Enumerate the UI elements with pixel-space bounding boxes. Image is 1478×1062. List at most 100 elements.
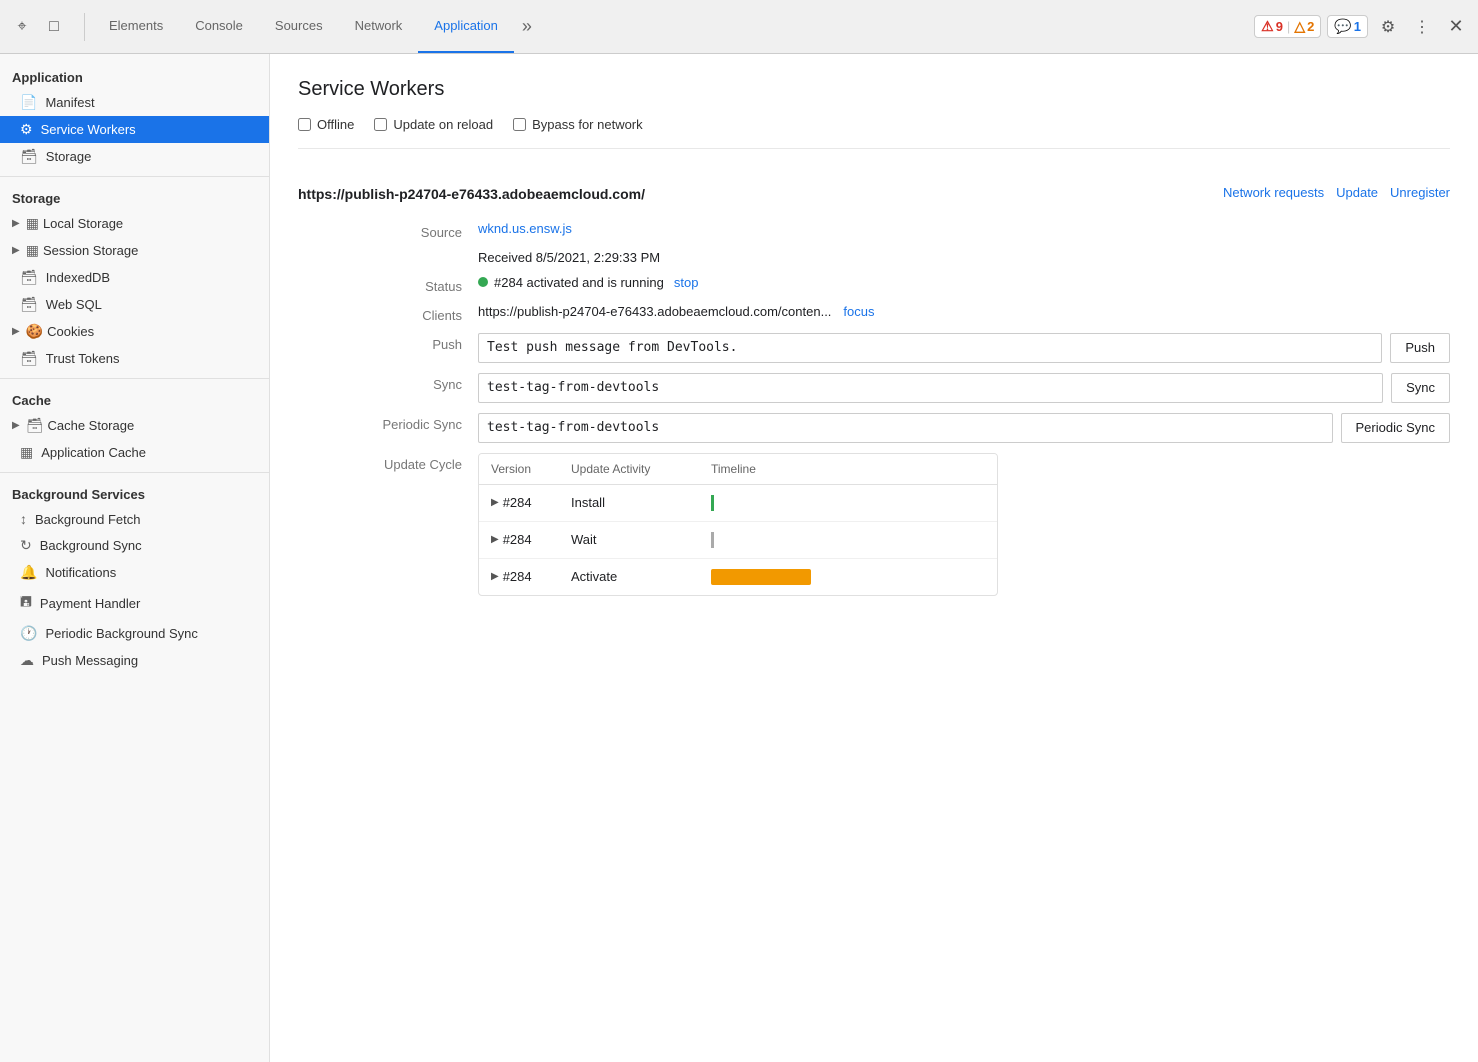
offline-label: Offline (317, 117, 354, 132)
sidebar-item-bg-sync[interactable]: ↻ Background Sync (0, 532, 269, 559)
sidebar-item-indexeddb-label: IndexedDB (46, 270, 110, 285)
sw-url: https://publish-p24704-e76433.adobeaemcl… (298, 185, 645, 205)
bg-sync-icon: ↻ (20, 537, 32, 554)
manifest-icon: 📄 (20, 94, 37, 111)
message-icon: 💬 (1334, 18, 1351, 35)
timeline-bar-orange-2 (711, 569, 811, 585)
sidebar: Application 📄 Manifest ⚙ Service Workers… (0, 54, 270, 1062)
col-version: Version (491, 462, 571, 476)
main-layout: Application 📄 Manifest ⚙ Service Workers… (0, 54, 1478, 1062)
tab-network[interactable]: Network (339, 0, 419, 53)
expand-arrow-1: ▶ (491, 534, 499, 545)
divider (84, 13, 85, 41)
sidebar-item-session-storage[interactable]: ▶ ▦ Session Storage (0, 237, 269, 264)
sidebar-item-cache-storage[interactable]: ▶ 🗃 Cache Storage (0, 412, 269, 439)
cursor-icon[interactable]: ⌖ (8, 13, 36, 41)
settings-button[interactable]: ⚙ (1374, 13, 1402, 41)
sync-input[interactable] (478, 373, 1383, 403)
responsive-icon[interactable]: □ (40, 13, 68, 41)
sidebar-item-push-messaging[interactable]: ☁ Push Messaging (0, 647, 269, 674)
sidebar-item-bg-fetch-label: Background Fetch (35, 512, 141, 527)
message-badge-group[interactable]: 💬 1 (1327, 15, 1368, 38)
sidebar-item-cookies[interactable]: ▶ 🍪 Cookies (0, 318, 269, 345)
version-0: #284 (503, 495, 532, 510)
sidebar-item-bg-fetch[interactable]: ↕ Background Fetch (0, 506, 269, 532)
timeline-bar-gray-1 (711, 532, 714, 548)
sidebar-item-service-workers-label: Service Workers (41, 122, 136, 137)
sidebar-item-application-cache-label: Application Cache (41, 445, 146, 460)
update-on-reload-checkbox[interactable] (374, 118, 387, 131)
periodic-sync-input[interactable] (478, 413, 1333, 443)
clients-label: Clients (378, 304, 478, 323)
update-on-reload-checkbox-label[interactable]: Update on reload (374, 117, 493, 132)
bypass-for-network-checkbox[interactable] (513, 118, 526, 131)
unregister-link[interactable]: Unregister (1390, 185, 1450, 200)
sidebar-item-indexeddb[interactable]: 🗃 IndexedDB (0, 264, 269, 291)
periodic-sync-button[interactable]: Periodic Sync (1341, 413, 1450, 443)
more-button[interactable]: ⋮ (1408, 13, 1436, 41)
tab-elements[interactable]: Elements (93, 0, 179, 53)
version-cell-0[interactable]: ▶ #284 (491, 495, 571, 510)
sidebar-item-bg-sync-label: Background Sync (40, 538, 142, 553)
stop-link[interactable]: stop (674, 275, 699, 290)
sidebar-item-cookies-label: Cookies (47, 324, 94, 339)
sync-label: Sync (378, 373, 478, 392)
push-button[interactable]: Push (1390, 333, 1450, 363)
sidebar-item-service-workers[interactable]: ⚙ Service Workers (0, 116, 269, 143)
bypass-for-network-label: Bypass for network (532, 117, 643, 132)
divider-3 (0, 472, 269, 473)
sidebar-item-trust-tokens-label: Trust Tokens (46, 351, 120, 366)
sidebar-item-notifications-label: Notifications (45, 565, 116, 580)
sidebar-item-local-storage[interactable]: ▶ ▦ Local Storage (0, 210, 269, 237)
more-tabs-button[interactable]: » (514, 0, 540, 53)
update-on-reload-label: Update on reload (393, 117, 493, 132)
checkbox-row: Offline Update on reload Bypass for netw… (298, 117, 1450, 149)
sidebar-item-notifications[interactable]: 🔔 Notifications (0, 559, 269, 586)
update-cycle-row-2: ▶ #284 Activate (479, 559, 997, 595)
version-cell-1[interactable]: ▶ #284 (491, 532, 571, 547)
bypass-for-network-checkbox-label[interactable]: Bypass for network (513, 117, 643, 132)
content-area: Service Workers Offline Update on reload… (270, 54, 1478, 1062)
source-link[interactable]: wknd.us.ensw.js (478, 221, 572, 236)
tab-sources[interactable]: Sources (259, 0, 339, 53)
expand-icon-session-storage: ▶ (12, 245, 20, 256)
network-requests-link[interactable]: Network requests (1223, 185, 1324, 200)
version-2: #284 (503, 569, 532, 584)
update-link[interactable]: Update (1336, 185, 1378, 200)
sidebar-item-trust-tokens[interactable]: 🗃 Trust Tokens (0, 345, 269, 372)
push-messaging-icon: ☁ (20, 652, 34, 669)
error-badge-group[interactable]: ⚠ 9 | △ 2 (1254, 15, 1321, 38)
timeline-cell-2 (711, 569, 985, 585)
sync-button[interactable]: Sync (1391, 373, 1450, 403)
focus-link[interactable]: focus (843, 304, 874, 319)
sidebar-item-storage-main[interactable]: 🗃 Storage (0, 143, 269, 170)
sidebar-item-web-sql-label: Web SQL (46, 297, 102, 312)
sidebar-item-manifest[interactable]: 📄 Manifest (0, 89, 269, 116)
close-button[interactable]: ✕ (1442, 13, 1470, 41)
sidebar-item-application-cache[interactable]: ▦ Application Cache (0, 439, 269, 466)
warning-count: 2 (1307, 19, 1314, 34)
sync-row: Sync (478, 373, 1450, 403)
toolbar-right: ⚠ 9 | △ 2 💬 1 ⚙ ⋮ ✕ (1254, 13, 1470, 41)
tab-console[interactable]: Console (179, 0, 259, 53)
sw-url-row: https://publish-p24704-e76433.adobeaemcl… (298, 185, 1450, 205)
offline-checkbox-label[interactable]: Offline (298, 117, 354, 132)
activity-cell-2: Activate (571, 569, 711, 584)
sidebar-item-periodic-bg-sync[interactable]: 🕐 Periodic Background Sync (0, 620, 269, 647)
sidebar-item-payment-handler[interactable]: 🖪 Payment Handler (0, 586, 269, 620)
tab-application[interactable]: Application (418, 0, 514, 53)
source-label: Source (378, 221, 478, 240)
clients-url: https://publish-p24704-e76433.adobeaemcl… (478, 304, 831, 319)
error-count: 9 (1276, 19, 1283, 34)
offline-checkbox[interactable] (298, 118, 311, 131)
sidebar-item-web-sql[interactable]: 🗃 Web SQL (0, 291, 269, 318)
storage-main-icon: 🗃 (20, 148, 38, 165)
sidebar-item-session-storage-label: Session Storage (43, 243, 138, 258)
status-value: #284 activated and is running stop (478, 275, 1450, 290)
version-cell-2[interactable]: ▶ #284 (491, 569, 571, 584)
push-input[interactable] (478, 333, 1382, 363)
cache-storage-icon: 🗃 (26, 417, 44, 434)
timeline-bar-green-0 (711, 495, 714, 511)
bg-fetch-icon: ↕ (20, 511, 27, 527)
update-cycle-header: Version Update Activity Timeline (479, 454, 997, 485)
